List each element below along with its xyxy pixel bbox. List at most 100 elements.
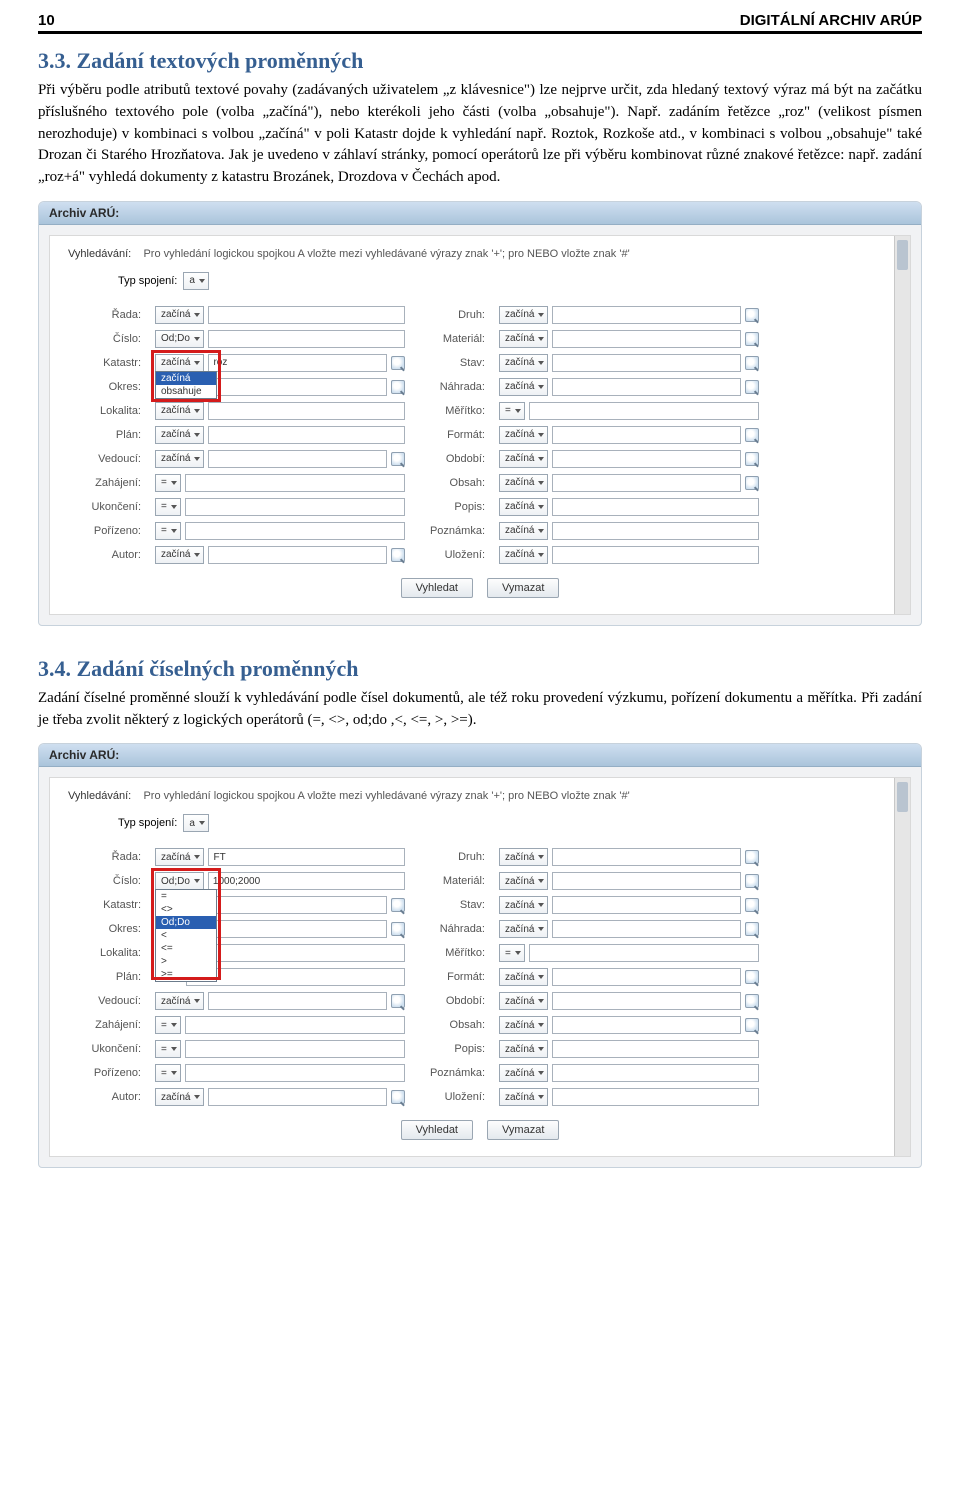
autor-input[interactable] [208, 1088, 387, 1106]
search-icon[interactable] [745, 994, 759, 1008]
popis-input[interactable] [552, 498, 759, 516]
dropdown-option-ne[interactable]: <> [156, 903, 216, 916]
format-input[interactable] [552, 968, 741, 986]
search-icon[interactable] [745, 850, 759, 864]
lokalita-mode-select[interactable]: začíná [155, 402, 204, 420]
poznamka-input[interactable] [552, 1064, 759, 1082]
vedouci-input[interactable] [208, 450, 387, 468]
dropdown-option-zacina[interactable]: začíná [156, 372, 216, 385]
obsah-mode-select[interactable]: začíná [499, 474, 548, 492]
search-icon[interactable] [745, 970, 759, 984]
cislo-mode-select[interactable]: Od;Do [155, 330, 204, 348]
stav-mode-select[interactable]: začíná [499, 896, 548, 914]
ukonceni-input[interactable] [185, 498, 405, 516]
popis-mode-select[interactable]: začíná [499, 1040, 548, 1058]
dropdown-option-obsahuje[interactable]: obsahuje [156, 385, 216, 398]
search-icon[interactable] [391, 356, 405, 370]
obdobi-input[interactable] [552, 992, 741, 1010]
zahajeni-input[interactable] [185, 1016, 405, 1034]
meritko-mode-select[interactable]: = [499, 944, 525, 962]
search-icon[interactable] [391, 898, 405, 912]
katastr-mode-select[interactable]: začíná [155, 354, 204, 372]
meritko-input[interactable] [529, 402, 759, 420]
cislo-input[interactable] [208, 330, 405, 348]
obsah-input[interactable] [552, 1016, 741, 1034]
rada-input[interactable] [208, 306, 405, 324]
katastr-mode-dropdown[interactable]: začíná obsahuje [155, 371, 217, 399]
dropdown-option-lt[interactable]: < [156, 929, 216, 942]
zahajeni-input[interactable] [185, 474, 405, 492]
zahajeni-mode-select[interactable]: = [155, 1016, 181, 1034]
type-select[interactable]: a [183, 814, 209, 832]
format-mode-select[interactable]: začíná [499, 968, 548, 986]
obsah-mode-select[interactable]: začíná [499, 1016, 548, 1034]
autor-input[interactable] [208, 546, 387, 564]
ulozeni-mode-select[interactable]: začíná [499, 1088, 548, 1106]
rada-input[interactable] [208, 848, 405, 866]
scrollbar[interactable] [894, 236, 910, 614]
type-select[interactable]: a [183, 272, 209, 290]
search-icon[interactable] [745, 1018, 759, 1032]
dropdown-option-gt[interactable]: > [156, 955, 216, 968]
plan-input[interactable] [186, 968, 405, 986]
search-icon[interactable] [391, 452, 405, 466]
scrollbar[interactable] [894, 778, 910, 1156]
search-icon[interactable] [745, 922, 759, 936]
plan-input[interactable] [208, 426, 405, 444]
druh-mode-select[interactable]: začíná [499, 848, 548, 866]
vedouci-mode-select[interactable]: začíná [155, 450, 204, 468]
cislo-mode-dropdown[interactable]: = <> Od;Do < <= > >= [155, 889, 217, 982]
autor-mode-select[interactable]: začíná [155, 1088, 204, 1106]
stav-input[interactable] [552, 896, 741, 914]
search-icon[interactable] [745, 874, 759, 888]
material-mode-select[interactable]: začíná [499, 872, 548, 890]
nahrada-mode-select[interactable]: začíná [499, 920, 548, 938]
search-icon[interactable] [745, 452, 759, 466]
search-icon[interactable] [391, 380, 405, 394]
ukonceni-mode-select[interactable]: = [155, 498, 181, 516]
lokalita-input[interactable] [186, 944, 405, 962]
druh-input[interactable] [552, 848, 741, 866]
search-icon[interactable] [745, 308, 759, 322]
poznamka-mode-select[interactable]: začíná [499, 522, 548, 540]
search-icon[interactable] [745, 380, 759, 394]
ulozeni-input[interactable] [552, 546, 759, 564]
druh-mode-select[interactable]: začíná [499, 306, 548, 324]
ulozeni-mode-select[interactable]: začíná [499, 546, 548, 564]
clear-button[interactable]: Vymazat [487, 1120, 559, 1140]
vedouci-input[interactable] [208, 992, 387, 1010]
material-input[interactable] [552, 872, 741, 890]
rada-mode-select[interactable]: začíná [155, 848, 204, 866]
dropdown-option-eq[interactable]: = [156, 890, 216, 903]
katastr-input[interactable] [208, 354, 387, 372]
stav-mode-select[interactable]: začíná [499, 354, 548, 372]
ukonceni-input[interactable] [185, 1040, 405, 1058]
search-icon[interactable] [391, 1090, 405, 1104]
porizeno-input[interactable] [185, 522, 405, 540]
porizeno-mode-select[interactable]: = [155, 1064, 181, 1082]
search-icon[interactable] [391, 994, 405, 1008]
rada-mode-select[interactable]: začíná [155, 306, 204, 324]
poznamka-mode-select[interactable]: začíná [499, 1064, 548, 1082]
poznamka-input[interactable] [552, 522, 759, 540]
clear-button[interactable]: Vymazat [487, 578, 559, 598]
ukonceni-mode-select[interactable]: = [155, 1040, 181, 1058]
format-input[interactable] [552, 426, 741, 444]
meritko-mode-select[interactable]: = [499, 402, 525, 420]
nahrada-mode-select[interactable]: začíná [499, 378, 548, 396]
nahrada-input[interactable] [552, 378, 741, 396]
popis-input[interactable] [552, 1040, 759, 1058]
format-mode-select[interactable]: začíná [499, 426, 548, 444]
druh-input[interactable] [552, 306, 741, 324]
search-icon[interactable] [745, 476, 759, 490]
search-icon[interactable] [391, 922, 405, 936]
dropdown-option-oddo[interactable]: Od;Do [156, 916, 216, 929]
search-icon[interactable] [745, 428, 759, 442]
cislo-input[interactable] [208, 872, 405, 890]
meritko-input[interactable] [529, 944, 759, 962]
ulozeni-input[interactable] [552, 1088, 759, 1106]
vedouci-mode-select[interactable]: začíná [155, 992, 204, 1010]
obdobi-input[interactable] [552, 450, 741, 468]
obdobi-mode-select[interactable]: začíná [499, 450, 548, 468]
dropdown-option-le[interactable]: <= [156, 942, 216, 955]
